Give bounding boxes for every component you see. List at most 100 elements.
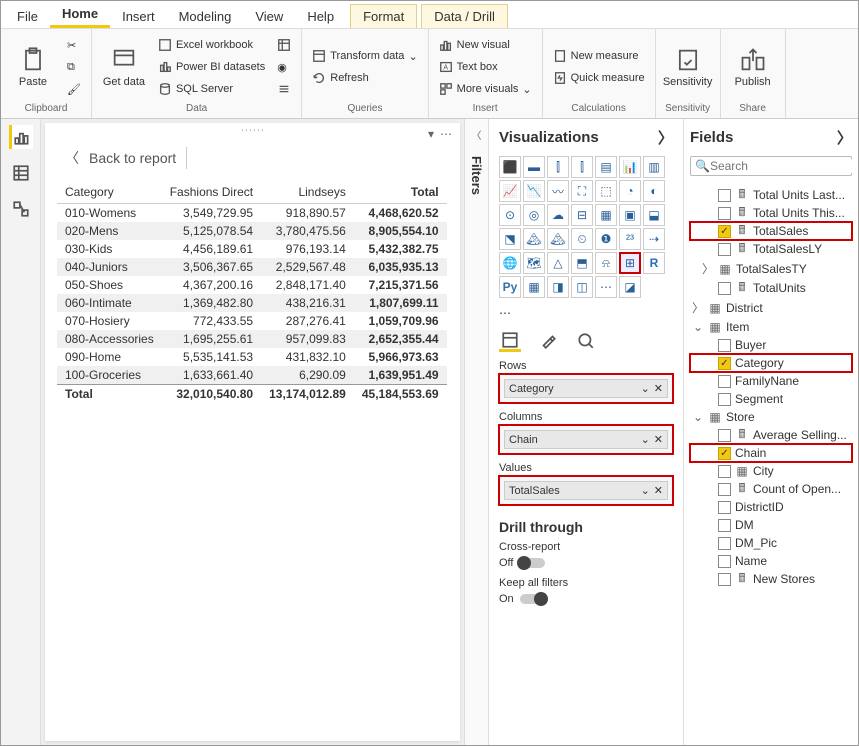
morevisuals-button[interactable]: More visuals ⌄ <box>435 79 536 99</box>
viz-type-26[interactable]: ²³ <box>619 228 641 250</box>
fields-search[interactable]: 🔍 <box>690 156 852 176</box>
viz-type-ext-3[interactable]: ◨ <box>547 276 569 298</box>
viz-type-17[interactable]: ⊟ <box>571 204 593 226</box>
visual-filter-icon[interactable]: ▾ <box>428 127 434 141</box>
enterdata-button[interactable] <box>273 35 295 55</box>
table-row[interactable]: 080-Accessories1,695,255.61957,099.832,6… <box>57 330 447 348</box>
visual-grip[interactable]: ⋯⋯ <box>45 123 460 135</box>
viz-type-20[interactable]: ⬓ <box>643 204 665 226</box>
field-countopen[interactable]: 🖩Count of Open... <box>690 480 852 498</box>
data-view-button[interactable] <box>9 161 33 185</box>
rows-field-pill[interactable]: Category⌄✕ <box>504 379 668 398</box>
recentsources-button[interactable] <box>273 79 295 99</box>
viz-type-ext-0[interactable]: R <box>643 252 665 274</box>
model-view-button[interactable] <box>9 197 33 221</box>
visual-more-icon[interactable]: ⋯ <box>440 127 452 141</box>
viz-type-24[interactable]: ⏲ <box>571 228 593 250</box>
getdata-button[interactable]: Get data <box>98 33 150 101</box>
chevron-right-icon[interactable]: 〉 <box>837 127 852 148</box>
viz-type-27[interactable]: ⇢ <box>643 228 665 250</box>
pbidatasets-button[interactable]: Power BI datasets <box>154 57 269 77</box>
table-row[interactable]: 020-Mens5,125,078.543,780,475.568,905,55… <box>57 222 447 240</box>
tab-modeling[interactable]: Modeling <box>167 5 244 28</box>
table-row[interactable]: 090-Home5,535,141.53431,832.105,966,973.… <box>57 348 447 366</box>
rows-well[interactable]: Category⌄✕ <box>499 374 673 403</box>
field-dmpic[interactable]: DM_Pic <box>690 534 852 552</box>
viz-type-9[interactable]: 〰 <box>547 180 569 202</box>
viz-type-15[interactable]: ◎ <box>523 204 545 226</box>
field-districtid[interactable]: DistrictID <box>690 498 852 516</box>
field-totalsalesly[interactable]: 🖩TotalSalesLY <box>690 240 852 258</box>
tab-file[interactable]: File <box>5 5 50 28</box>
viz-type-21[interactable]: ⬔ <box>499 228 521 250</box>
formatpainter-button[interactable]: 🖌 <box>63 79 85 99</box>
dataverse-button[interactable]: ◉ <box>273 57 295 77</box>
viz-type-ext-1[interactable]: Py <box>499 276 521 298</box>
tab-home[interactable]: Home <box>50 2 110 28</box>
col-lindseys[interactable]: Lindseys <box>261 181 354 204</box>
remove-icon[interactable]: ✕ <box>654 485 663 497</box>
copy-button[interactable]: ⧉ <box>63 57 85 77</box>
viz-type-3[interactable]: ⫿ <box>571 156 593 178</box>
analytics-well-tab[interactable] <box>575 330 597 352</box>
values-well[interactable]: TotalSales⌄✕ <box>499 476 673 505</box>
chevron-right-icon[interactable]: 〉 <box>658 127 673 148</box>
viz-type-13[interactable]: ◐ <box>643 180 665 202</box>
viz-type-22[interactable]: 🏔 <box>523 228 545 250</box>
viz-type-8[interactable]: 📉 <box>523 180 545 202</box>
viz-type-19[interactable]: ▣ <box>619 204 641 226</box>
quickmeasure-button[interactable]: Quick measure <box>549 68 649 88</box>
field-category[interactable]: Category <box>690 354 852 372</box>
field-avgselling[interactable]: 🖩Average Selling... <box>690 426 852 444</box>
viz-type-ext-2[interactable]: ▦ <box>523 276 545 298</box>
paste-button[interactable]: Paste <box>7 33 59 101</box>
field-segment[interactable]: Segment <box>690 390 852 408</box>
search-input[interactable] <box>710 159 858 173</box>
field-totalunits[interactable]: 🖩TotalUnits <box>690 279 852 297</box>
field-totalunitslast[interactable]: 🖩Total Units Last... <box>690 186 852 204</box>
table-store[interactable]: ⌄▦Store <box>690 408 852 426</box>
table-row[interactable]: 010-Womens3,549,729.95918,890.574,468,62… <box>57 204 447 223</box>
field-familyname[interactable]: FamilyNane <box>690 372 852 390</box>
viz-type-30[interactable]: △ <box>547 252 569 274</box>
viz-type-7[interactable]: 📈 <box>499 180 521 202</box>
keepfilters-toggle[interactable] <box>520 594 546 604</box>
table-district[interactable]: 〉▦District <box>690 297 852 318</box>
table-row[interactable]: 040-Juniors3,506,367.652,529,567.486,035… <box>57 258 447 276</box>
field-dm[interactable]: DM <box>690 516 852 534</box>
field-totalsalesty[interactable]: 〉▦TotalSalesTY <box>690 258 852 279</box>
remove-icon[interactable]: ✕ <box>654 434 663 446</box>
viz-type-11[interactable]: ⬚ <box>595 180 617 202</box>
viz-type-16[interactable]: ☁ <box>547 204 569 226</box>
viz-type-2[interactable]: ⫿ <box>547 156 569 178</box>
remove-icon[interactable]: ✕ <box>654 383 663 395</box>
columns-well[interactable]: Chain⌄✕ <box>499 425 673 454</box>
viz-type-1[interactable]: ▬ <box>523 156 545 178</box>
field-name[interactable]: Name <box>690 552 852 570</box>
viz-type-6[interactable]: ▥ <box>643 156 665 178</box>
tab-format[interactable]: Format <box>350 4 417 28</box>
field-totalsales[interactable]: 🖩TotalSales <box>690 222 852 240</box>
viz-type-18[interactable]: ▦ <box>595 204 617 226</box>
transformdata-button[interactable]: Transform data ⌄ <box>308 46 421 66</box>
publish-button[interactable]: Publish <box>727 33 779 101</box>
format-well-tab[interactable] <box>537 330 559 352</box>
tab-insert[interactable]: Insert <box>110 5 167 28</box>
sqlserver-button[interactable]: SQL Server <box>154 79 269 99</box>
textbox-button[interactable]: AText box <box>435 57 536 77</box>
table-row[interactable]: 030-Kids4,456,189.61976,193.145,432,382.… <box>57 240 447 258</box>
table-row[interactable]: 100-Groceries1,633,661.406,290.091,639,9… <box>57 366 447 385</box>
viz-type-4[interactable]: ▤ <box>595 156 617 178</box>
col-category[interactable]: Category <box>57 181 162 204</box>
viz-type-32[interactable]: ⍾ <box>595 252 617 274</box>
col-total[interactable]: Total <box>354 181 447 204</box>
field-buyer[interactable]: Buyer <box>690 336 852 354</box>
newvisual-button[interactable]: New visual <box>435 35 536 55</box>
viz-type-29[interactable]: 🗺 <box>523 252 545 274</box>
report-view-button[interactable] <box>9 125 33 149</box>
fields-well-tab[interactable] <box>499 330 521 352</box>
viz-type-ext-5[interactable]: ⋯ <box>595 276 617 298</box>
tab-view[interactable]: View <box>243 5 295 28</box>
viz-type-ext-4[interactable]: ◫ <box>571 276 593 298</box>
refresh-button[interactable]: Refresh <box>308 68 421 88</box>
